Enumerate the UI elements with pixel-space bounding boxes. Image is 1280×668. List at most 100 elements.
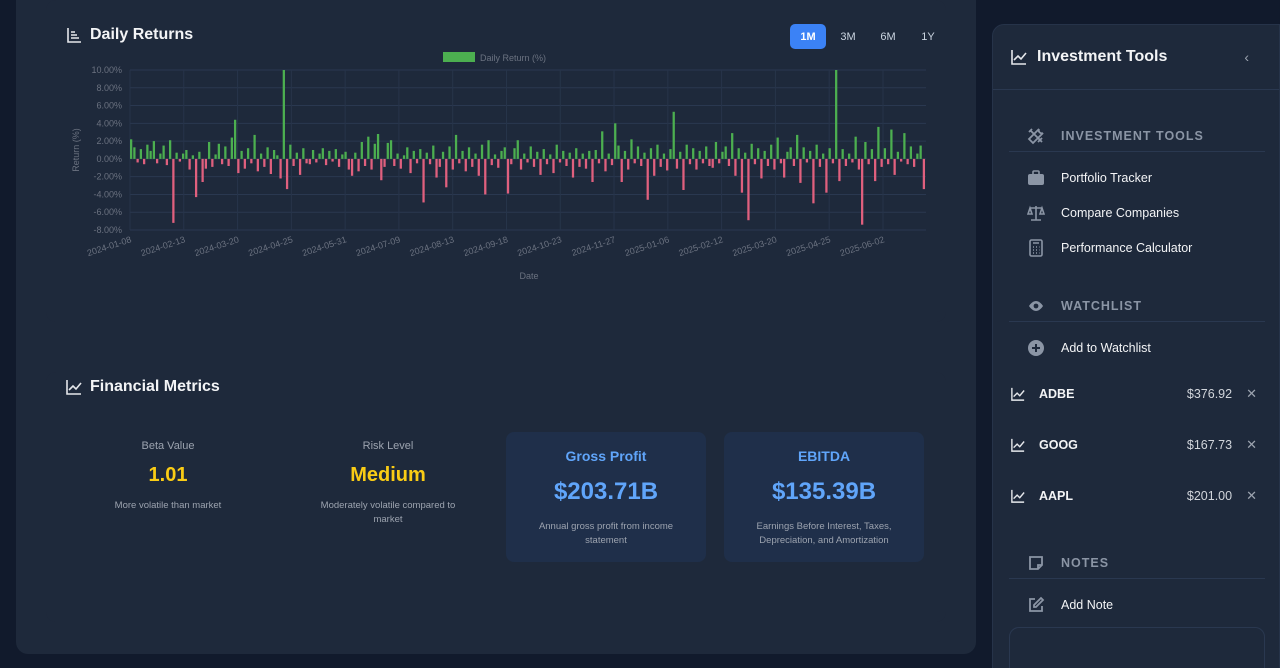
legend-label[interactable]: Daily Return (%) — [480, 53, 546, 63]
return-bar — [318, 153, 321, 159]
return-bar — [155, 158, 159, 164]
return-bar — [880, 158, 883, 167]
return-bar — [685, 144, 688, 159]
watchlist-item-adbe[interactable]: ADBE $376.92 ✕ — [1011, 386, 1257, 402]
add-note-button[interactable]: Add Note — [1027, 596, 1113, 614]
return-bar — [867, 158, 870, 165]
metric-label: Gross Profit — [565, 448, 647, 464]
section-investment-tools: INVESTMENT TOOLS — [1009, 120, 1265, 152]
return-bar — [594, 150, 597, 159]
return-bar — [718, 158, 721, 164]
return-bar — [282, 70, 285, 159]
note-input-box[interactable] — [1009, 627, 1265, 668]
return-bar — [302, 148, 305, 159]
legend-swatch[interactable] — [443, 52, 475, 62]
return-bar — [714, 142, 718, 159]
return-bar — [305, 158, 308, 164]
return-bar — [321, 148, 324, 159]
return-bar — [471, 158, 474, 167]
metric-value: Medium — [350, 464, 426, 486]
daily-returns-title: Daily Returns — [66, 26, 193, 44]
return-bar — [770, 144, 773, 159]
metric-desc: Moderately volatile compared to market — [320, 500, 456, 525]
return-bar — [393, 158, 396, 166]
sidebar-item-portfolio-tracker[interactable]: Portfolio Tracker — [1027, 169, 1152, 187]
note-icon — [1029, 555, 1043, 570]
x-tick-label: 2024-02-13 — [140, 234, 187, 258]
return-bar — [380, 158, 383, 181]
return-bar — [906, 158, 909, 165]
y-tick-label: 6.00% — [96, 101, 122, 111]
return-bar — [568, 152, 571, 159]
return-bar — [497, 158, 500, 168]
return-bar — [692, 148, 695, 159]
chart-grid — [129, 69, 926, 231]
return-bar — [900, 158, 903, 162]
return-bar — [545, 158, 549, 165]
return-bar — [620, 158, 623, 182]
return-bar — [727, 158, 731, 166]
return-bar — [295, 152, 298, 159]
return-bar — [162, 145, 165, 159]
chevron-left-icon[interactable]: ‹ — [1244, 49, 1249, 65]
return-bar — [386, 142, 389, 159]
metric-label: EBITDA — [797, 448, 851, 464]
return-bar — [575, 148, 578, 159]
metric-desc: Earnings Before Interest, Taxes, Depreci… — [756, 521, 892, 546]
return-bar — [458, 158, 461, 164]
return-bar — [149, 150, 152, 159]
metric-ebitda: EBITDA $135.39B Earnings Before Interest… — [724, 432, 924, 562]
return-bar — [194, 158, 198, 198]
return-bar — [510, 158, 513, 165]
sidebar-item-compare-companies[interactable]: Compare Companies — [1027, 204, 1179, 222]
return-bar — [308, 158, 311, 165]
return-bar — [298, 158, 302, 175]
range-button-1m[interactable]: 1M — [790, 24, 826, 49]
return-bar — [708, 158, 711, 166]
return-bar — [536, 151, 539, 159]
return-bar — [802, 147, 805, 159]
watchlist-symbol: ADBE — [1039, 387, 1075, 401]
return-bar — [315, 158, 318, 163]
metric-value: $135.39B — [771, 478, 877, 505]
scale-icon — [1027, 205, 1045, 221]
range-button-6m[interactable]: 6M — [870, 24, 906, 49]
return-bar — [399, 158, 402, 169]
return-bar — [367, 136, 370, 159]
range-button-3m[interactable]: 3M — [830, 24, 866, 49]
watchlist-symbol: GOOG — [1039, 438, 1078, 452]
return-bar — [864, 142, 867, 159]
watchlist-item-goog[interactable]: GOOG $167.73 ✕ — [1011, 437, 1257, 453]
return-bar — [844, 158, 848, 166]
return-bar — [487, 140, 490, 159]
x-tick-label: 2024-01-08 — [86, 234, 133, 258]
return-bar — [549, 154, 552, 159]
remove-icon[interactable]: ✕ — [1246, 488, 1257, 504]
daily-returns-chart[interactable]: 10.00% 8.00% 6.00% 4.00% 2.00% 0.00% -2.00% -4.… — [46, 50, 946, 300]
range-button-1y[interactable]: 1Y — [910, 24, 946, 49]
return-bar — [454, 134, 458, 159]
return-bar — [666, 158, 669, 171]
y-tick-label: -8.00% — [93, 225, 122, 235]
return-bar — [250, 158, 253, 164]
return-bar — [513, 148, 516, 159]
return-bar — [178, 158, 181, 162]
return-bar — [373, 143, 376, 159]
return-bar — [224, 146, 227, 159]
sidebar-item-performance-calculator[interactable]: Performance Calculator — [1027, 239, 1192, 257]
remove-icon[interactable]: ✕ — [1246, 437, 1257, 453]
return-bar — [646, 158, 649, 200]
return-bar — [922, 158, 926, 190]
watchlist-item-aapl[interactable]: AAPL $201.00 ✕ — [1011, 488, 1257, 504]
return-bar — [854, 136, 857, 159]
add-to-watchlist-button[interactable]: Add to Watchlist — [1027, 339, 1151, 357]
return-bar — [331, 158, 334, 162]
return-bar — [175, 152, 178, 159]
return-bar — [581, 153, 584, 159]
return-bar — [136, 158, 139, 163]
return-bar — [786, 151, 789, 159]
remove-icon[interactable]: ✕ — [1246, 386, 1257, 402]
return-bar — [159, 153, 162, 159]
line-chart-icon — [1011, 387, 1025, 401]
return-bar — [133, 147, 136, 159]
